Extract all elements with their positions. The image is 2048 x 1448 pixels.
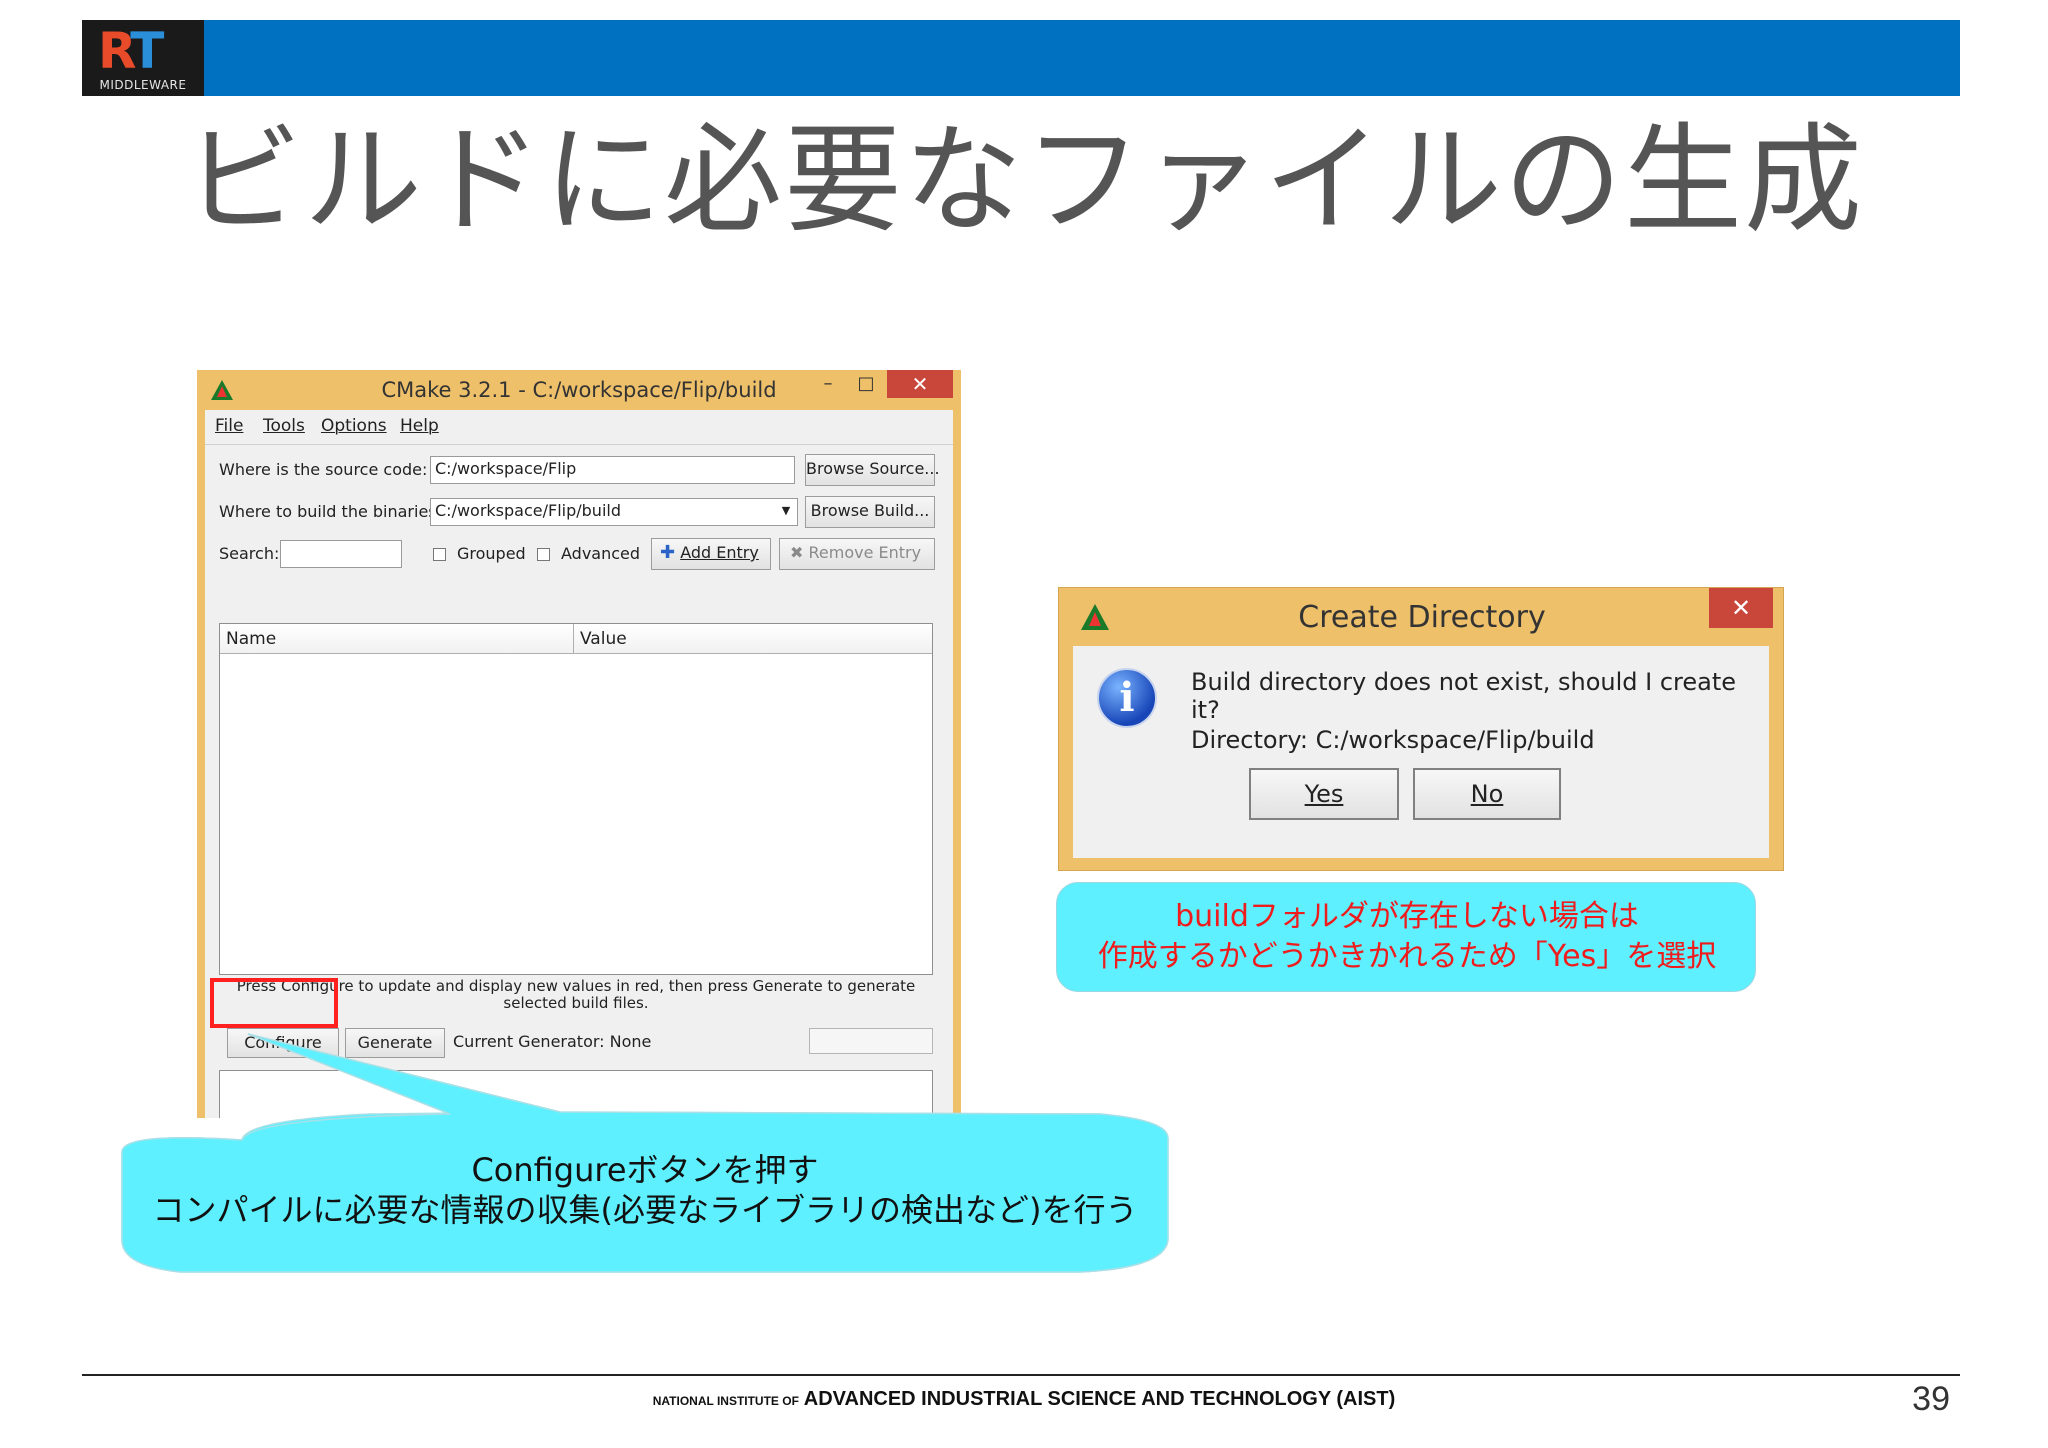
yes-callout-line2: 作成するかどうかきかれるため「Yes」を選択 bbox=[1097, 939, 1717, 974]
dialog-directory: Directory: C:/workspace/Flip/build bbox=[1191, 726, 1595, 754]
footer-prefix: NATIONAL INSTITUTE OF bbox=[652, 1394, 799, 1408]
add-entry-button[interactable]: ✚ Add Entry bbox=[651, 538, 771, 570]
add-entry-label: Add Entry bbox=[680, 543, 759, 562]
browse-build-button[interactable]: Browse Build... bbox=[805, 496, 935, 528]
build-path-value: C:/workspace/Flip/build bbox=[435, 501, 621, 520]
browse-source-button[interactable]: Browse Source... bbox=[805, 454, 940, 486]
menu-tools[interactable]: Tools bbox=[263, 416, 305, 436]
no-button[interactable]: No bbox=[1413, 768, 1561, 820]
configure-callout-line1: Configureボタンを押す bbox=[471, 1151, 819, 1189]
info-icon: i bbox=[1097, 668, 1157, 728]
column-name[interactable]: Name bbox=[220, 624, 574, 654]
rt-middleware-logo: RT MIDDLEWARE bbox=[82, 20, 204, 96]
close-button[interactable]: ✕ bbox=[887, 370, 953, 398]
logo-text: MIDDLEWARE bbox=[99, 78, 187, 92]
remove-entry-button[interactable]: ✖ Remove Entry bbox=[779, 538, 935, 570]
menu-help[interactable]: Help bbox=[400, 416, 439, 436]
search-label: Search: bbox=[219, 544, 280, 563]
configure-callout-text: Configureボタンを押す コンパイルに必要な情報の収集(必要なライブラリの… bbox=[120, 1150, 1170, 1230]
minimize-button[interactable]: – bbox=[813, 372, 843, 398]
cmake-titlebar[interactable]: CMake 3.2.1 - C:/workspace/Flip/build – … bbox=[197, 370, 961, 410]
dialog-title: Create Directory bbox=[1298, 600, 1546, 635]
create-directory-dialog: Create Directory ✕ i Build directory doe… bbox=[1058, 587, 1784, 871]
grouped-checkbox[interactable] bbox=[433, 548, 446, 561]
plus-icon: ✚ bbox=[660, 542, 676, 563]
cmake-title: CMake 3.2.1 - C:/workspace/Flip/build bbox=[381, 378, 777, 402]
logo-mark: RT bbox=[98, 22, 164, 80]
maximize-button[interactable]: □ bbox=[851, 372, 881, 398]
chevron-down-icon[interactable]: ▼ bbox=[777, 501, 795, 521]
menu-file[interactable]: File bbox=[215, 416, 243, 436]
build-label: Where to build the binaries: bbox=[219, 502, 443, 521]
source-input[interactable]: C:/workspace/Flip bbox=[430, 456, 795, 484]
configure-callout-line2: コンパイルに必要な情報の収集(必要なライブラリの検出など)を行う bbox=[152, 1191, 1138, 1229]
search-input[interactable] bbox=[280, 540, 402, 568]
yes-callout: buildフォルダが存在しない場合は 作成するかどうかきかれるため「Yes」を選… bbox=[1056, 882, 1756, 992]
build-path-combobox[interactable]: C:/workspace/Flip/build ▼ bbox=[430, 498, 798, 526]
grouped-label: Grouped bbox=[457, 544, 526, 563]
footer-main: ADVANCED INDUSTRIAL SCIENCE AND TECHNOLO… bbox=[803, 1388, 1396, 1410]
menu-separator bbox=[205, 444, 953, 445]
slide-title: ビルドに必要なファイルの生成 bbox=[183, 111, 1864, 249]
dialog-close-button[interactable]: ✕ bbox=[1709, 588, 1773, 628]
menu-options[interactable]: Options bbox=[321, 416, 387, 436]
source-label: Where is the source code: bbox=[219, 460, 428, 479]
header-bar bbox=[82, 20, 1960, 96]
advanced-checkbox[interactable] bbox=[537, 548, 550, 561]
dialog-message: Build directory does not exist, should I… bbox=[1191, 668, 1737, 724]
page-number: 39 bbox=[1912, 1380, 1950, 1418]
remove-entry-label: Remove Entry bbox=[808, 543, 922, 562]
yes-button[interactable]: Yes bbox=[1249, 768, 1399, 820]
yes-callout-line1: buildフォルダが存在しない場合は bbox=[1175, 899, 1639, 934]
footer-text: NATIONAL INSTITUTE OF ADVANCED INDUSTRIA… bbox=[0, 1388, 2048, 1411]
remove-icon: ✖ bbox=[790, 543, 804, 562]
yes-callout-text: buildフォルダが存在しない場合は 作成するかどうかきかれるため「Yes」を選… bbox=[1057, 897, 1757, 977]
advanced-label: Advanced bbox=[561, 544, 641, 563]
footer-rule bbox=[82, 1374, 1960, 1376]
cache-table[interactable]: Name Value bbox=[219, 623, 933, 975]
dialog-client-area: i Build directory does not exist, should… bbox=[1073, 646, 1769, 858]
column-value[interactable]: Value bbox=[574, 624, 932, 654]
